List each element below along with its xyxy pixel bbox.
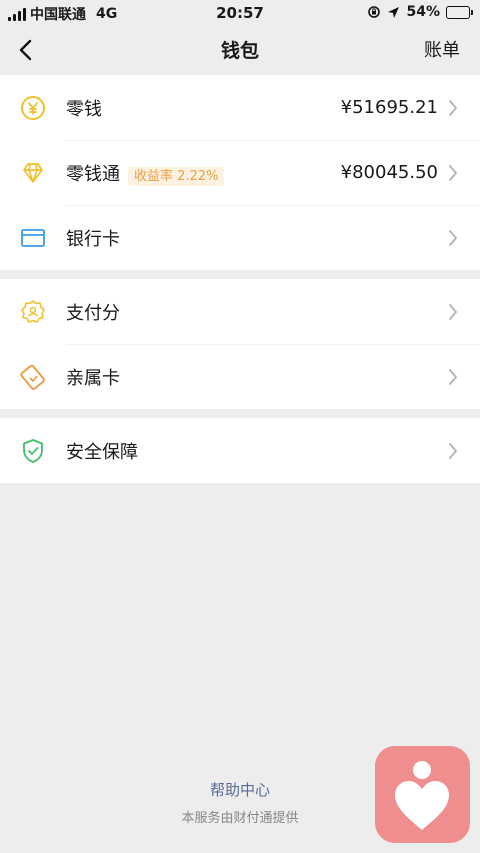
chevron-right-icon [449,304,458,320]
shield-icon [20,438,46,464]
badge-icon [20,299,46,325]
coin-icon [20,95,46,121]
bank-card-icon [20,225,46,251]
payment-score-label: 支付分 [66,302,120,324]
floating-heart-button[interactable] [375,746,470,843]
bank-card-row[interactable]: 银行卡 [0,205,480,270]
chevron-right-icon [449,230,458,246]
services-section: 支付分 亲属卡 [0,279,480,409]
family-card-row[interactable]: 亲属卡 [0,344,480,409]
chevron-right-icon [449,100,458,116]
lingqiantong-row[interactable]: 零钱通 收益率 2.22% ¥80045.50 [0,140,480,205]
status-bar: 中国联通 4G 20:57 54% [0,0,480,26]
family-card-label: 亲属卡 [66,367,120,389]
diamond-icon [20,160,46,186]
bank-card-label: 银行卡 [66,228,120,250]
yield-rate-badge: 收益率 2.22% [128,166,225,186]
battery-icon [446,5,473,19]
chevron-right-icon [449,443,458,459]
payment-score-row[interactable]: 支付分 [0,279,480,344]
status-right: 54% [367,4,473,20]
page-title: 钱包 [220,40,259,62]
family-card-icon [20,364,46,390]
lingqiantong-text: 零钱通 [66,163,120,185]
security-row[interactable]: 安全保障 [0,418,480,483]
chevron-right-icon [449,165,458,181]
security-label: 安全保障 [66,441,138,463]
change-amount: ¥51695.21 [340,97,438,118]
change-row[interactable]: 零钱 ¥51695.21 [0,75,480,140]
location-icon [388,6,400,18]
orientation-lock-icon [368,6,381,18]
balance-section: 零钱 ¥51695.21 零钱通 收益率 2.22% ¥80045.50 银行卡 [0,75,480,270]
heart-person-icon [395,761,449,830]
security-section: 安全保障 [0,418,480,483]
lingqiantong-label: 零钱通 收益率 2.22% [66,160,225,186]
lingqiantong-amount: ¥80045.50 [340,162,438,183]
nav-bar: 钱包 账单 [0,26,480,74]
chevron-right-icon [449,369,458,385]
change-label: 零钱 [66,98,102,120]
battery-percent: 54% [406,4,440,20]
bill-button[interactable]: 账单 [424,36,460,62]
